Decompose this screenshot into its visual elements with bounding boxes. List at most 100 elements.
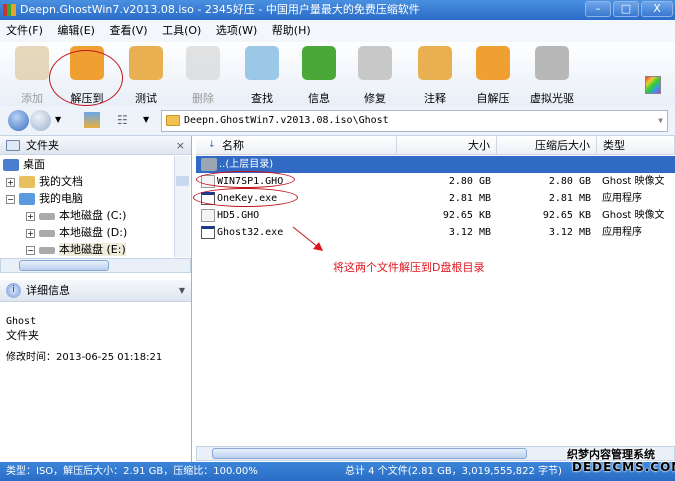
address-dropdown-icon[interactable]: ▼ [658, 111, 663, 131]
view-dropdown-icon[interactable]: ▼ [143, 115, 149, 124]
minimize-button[interactable]: – [585, 1, 611, 17]
info-icon [302, 46, 336, 80]
highlight-ellipse-win7sp1 [196, 171, 295, 188]
tree-vscrollbar[interactable] [174, 156, 190, 257]
tree-item-desktop[interactable]: 桌面 [3, 157, 45, 173]
toolbar-button-7[interactable]: 注释 [410, 46, 460, 106]
parent-folder-icon [201, 158, 217, 171]
menu-view[interactable]: 查看(V) [109, 24, 147, 37]
annotation-arrow [292, 226, 323, 251]
details-pane-title: 详细信息 [26, 284, 70, 297]
exe-file-icon [201, 226, 215, 239]
folder-icon [6, 140, 20, 151]
toolbar-label: 测试 [135, 92, 157, 105]
forward-icon[interactable] [30, 110, 51, 131]
watermark-line2: DEDECMS.COM [572, 460, 675, 474]
back-icon[interactable] [8, 110, 29, 131]
file-size: 2.81 MB [448, 193, 491, 204]
toolbar-label: 注释 [424, 92, 446, 105]
desktop-icon [3, 159, 19, 171]
file-type: 应用程序 [602, 227, 642, 238]
file-type: Ghost 映像文 [602, 210, 665, 221]
tree-item-my-documents[interactable]: + 我的文档 [6, 174, 83, 190]
status-right: 总计 4 个文件(2.81 GB，3,019,555,822 字节) [345, 466, 562, 477]
detail-name: Ghost [6, 316, 37, 327]
file-size: 3.12 MB [448, 227, 491, 238]
toolbar-label: 自解压 [476, 92, 510, 105]
collapse-icon[interactable]: − [26, 245, 35, 255]
up-folder-icon[interactable] [84, 112, 100, 128]
menu-options[interactable]: 选项(W) [216, 24, 257, 37]
add-icon [15, 46, 49, 80]
address-field[interactable]: Deepn.GhostWin7.v2013.08.iso\Ghost ▼ [161, 110, 668, 132]
title-bar: Deepn.GhostWin7.v2013.08.iso - 2345好压 - … [0, 0, 675, 20]
scroll-thumb[interactable] [176, 176, 189, 186]
close-pane-icon[interactable]: × [176, 136, 185, 155]
tree-item-drive-c[interactable]: + 本地磁盘 (C:) [26, 208, 126, 224]
tree-hscrollbar[interactable] [0, 258, 191, 273]
app-icon [3, 4, 16, 16]
file-row[interactable]: HD5.GHO 92.65 KB 92.65 KB Ghost 映像文 [196, 207, 675, 224]
detail-type: 文件夹 [6, 329, 39, 342]
toolbar-label: 修复 [364, 92, 386, 105]
view-mode-icon[interactable]: ☷ [117, 113, 128, 127]
expand-icon[interactable]: + [26, 228, 35, 238]
file-row[interactable]: Ghost32.exe 3.12 MB 3.12 MB 应用程序 [196, 224, 675, 241]
toolbar-button-5[interactable]: 信息 [294, 46, 344, 106]
scroll-thumb[interactable] [19, 260, 109, 271]
maximize-button[interactable]: □ [613, 1, 639, 17]
file-size: 92.65 KB [442, 210, 491, 221]
expand-icon[interactable]: + [26, 211, 35, 221]
toolbar-button-9[interactable]: 虚拟光驱 [527, 46, 577, 106]
toolbar-button-8[interactable]: 自解压 [468, 46, 518, 106]
info-icon: i [6, 283, 21, 298]
window-title: Deepn.GhostWin7.v2013.08.iso - 2345好压 - … [20, 3, 420, 16]
highlight-circle [49, 50, 123, 106]
menu-help[interactable]: 帮助(H) [272, 24, 311, 37]
file-type: 应用程序 [602, 193, 642, 204]
drive-icon [39, 246, 55, 254]
toolbar-button-6[interactable]: 修复 [350, 46, 400, 106]
menu-bar: 文件(F) 编辑(E) 查看(V) 工具(O) 选项(W) 帮助(H) [0, 20, 675, 42]
file-row[interactable]: ..(上层目录) [196, 156, 675, 173]
scroll-thumb[interactable] [212, 448, 527, 459]
collapse-pane-icon[interactable]: ▼ [179, 280, 185, 302]
file-packed-size: 2.80 GB [548, 176, 591, 187]
magnifier-icon [245, 46, 279, 80]
column-name[interactable]: ↓ 名称 [196, 136, 397, 155]
toolbar-button-3[interactable]: 删除 [178, 46, 228, 106]
first-aid-icon [358, 46, 392, 80]
history-dropdown-icon[interactable]: ▼ [55, 115, 61, 124]
close-button[interactable]: X [641, 1, 673, 17]
details-pane-header: i 详细信息 ▼ [0, 280, 191, 302]
annotation-text: 将这两个文件解压到D盘根目录 [333, 261, 485, 274]
skin-icon[interactable] [645, 76, 661, 94]
file-packed-size: 2.81 MB [548, 193, 591, 204]
toolbar-button-2[interactable]: 测试 [121, 46, 171, 106]
column-packed[interactable]: 压缩后大小 [497, 136, 597, 155]
column-size[interactable]: 大小 [397, 136, 497, 155]
virtual-drive-icon [535, 46, 569, 80]
expand-icon[interactable]: + [6, 177, 15, 187]
collapse-icon[interactable]: − [6, 194, 15, 204]
documents-icon [19, 176, 35, 188]
file-size: 2.80 GB [448, 176, 491, 187]
menu-tools[interactable]: 工具(O) [162, 24, 201, 37]
toolbar-button-4[interactable]: 查找 [237, 46, 287, 106]
folder-pane-title: 文件夹 [26, 139, 59, 152]
menu-file[interactable]: 文件(F) [6, 24, 43, 37]
file-name: Ghost32.exe [217, 227, 284, 238]
address-row: ▼ ☷ ▼ Deepn.GhostWin7.v2013.08.iso\Ghost… [0, 106, 675, 136]
tree-item-drive-d[interactable]: + 本地磁盘 (D:) [26, 225, 127, 241]
toolbar-label: 虚拟光驱 [530, 92, 574, 105]
notepad-pencil-icon [418, 46, 452, 80]
toolbar-label: 信息 [308, 92, 330, 105]
computer-icon [19, 193, 35, 205]
column-type[interactable]: 类型 [597, 136, 675, 155]
toolbar-label: 查找 [251, 92, 273, 105]
drive-icon [39, 212, 55, 220]
tree-item-my-computer[interactable]: − 我的电脑 [6, 191, 83, 207]
file-packed-size: 92.65 KB [542, 210, 591, 221]
menu-edit[interactable]: 编辑(E) [57, 24, 95, 37]
tree-item-drive-e[interactable]: − 本地磁盘 (E:) [26, 242, 126, 258]
